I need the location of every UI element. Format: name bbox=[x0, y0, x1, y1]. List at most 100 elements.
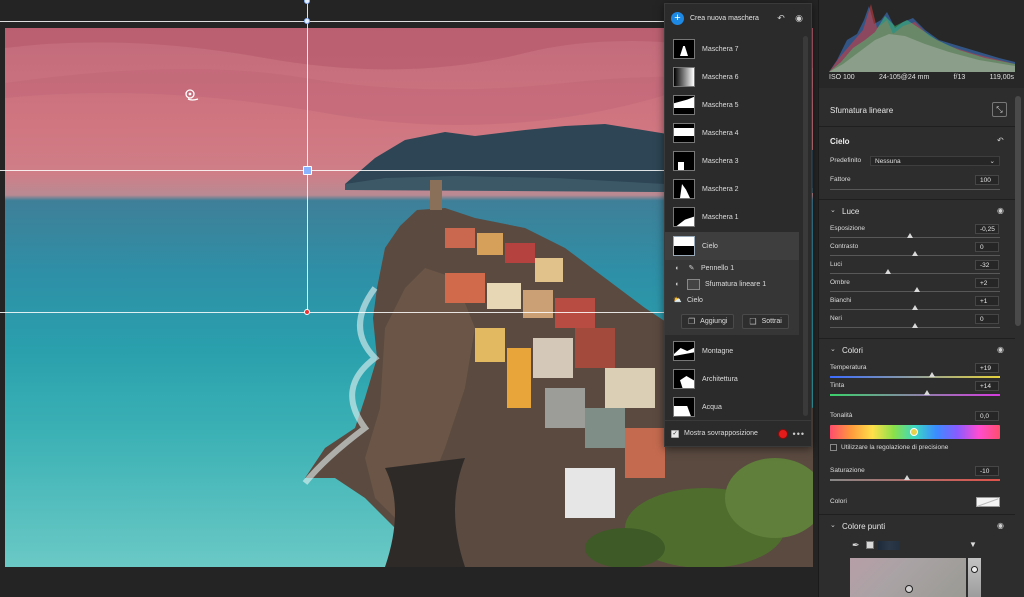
point-color-section-title[interactable]: Colore punti bbox=[842, 522, 885, 531]
color-section-title[interactable]: Colori bbox=[842, 346, 863, 355]
tint-slider-knob[interactable] bbox=[923, 390, 930, 395]
edit-panel: ISO 100 24-105@24 mm f/13 119,00s Sfumat… bbox=[818, 0, 1024, 597]
mask-item-4[interactable]: Maschera 4 bbox=[665, 119, 799, 147]
light-slider-knob[interactable] bbox=[912, 251, 918, 256]
gradient-guide-bottom[interactable] bbox=[0, 312, 664, 313]
undo-icon[interactable]: ↶ bbox=[775, 12, 787, 24]
temperature-slider[interactable] bbox=[830, 376, 1000, 378]
mask-item-5[interactable]: Maschera 5 bbox=[665, 91, 799, 119]
light-slider-label: Esposizione bbox=[830, 225, 866, 232]
add-button[interactable]: ❐ Aggiungi bbox=[681, 314, 735, 329]
tint-label: Tinta bbox=[830, 382, 845, 389]
mask-item-architecture[interactable]: Architettura bbox=[665, 365, 799, 393]
light-slider-knob[interactable] bbox=[906, 233, 913, 238]
light-section-title[interactable]: Luce bbox=[842, 207, 859, 216]
mask-group-active: Cielo ◐ ✎ Pennello 1 ◐ Sfumatura lineare… bbox=[665, 232, 799, 335]
masks-scrollbar[interactable] bbox=[803, 36, 808, 416]
light-slider-value[interactable]: -0,25 bbox=[975, 224, 999, 234]
precision-checkbox-row[interactable]: Utilizzare la regolazione di precisione bbox=[830, 444, 948, 451]
mask-item-mountains[interactable]: Montagne bbox=[665, 337, 799, 365]
mask-item-1[interactable]: Maschera 1 bbox=[665, 203, 799, 231]
point-color-picker-handle[interactable] bbox=[905, 585, 913, 593]
component-sky[interactable]: ⛅ Cielo bbox=[665, 292, 799, 308]
gradient-center-handle[interactable] bbox=[303, 166, 312, 175]
chevron-down-icon[interactable]: ⌄ bbox=[830, 206, 836, 214]
chevron-down-icon[interactable]: ⌄ bbox=[830, 345, 836, 353]
temperature-label: Temperatura bbox=[830, 364, 867, 371]
mask-item-2[interactable]: Maschera 2 bbox=[665, 175, 799, 203]
chevron-down-icon[interactable]: ⌄ bbox=[830, 521, 836, 529]
mask-thumbnail bbox=[673, 236, 695, 256]
light-slider-value[interactable]: +2 bbox=[975, 278, 999, 288]
tool-mode-icon[interactable]: ⤡ bbox=[992, 102, 1007, 117]
amount-slider[interactable] bbox=[830, 189, 1000, 190]
eye-icon[interactable]: ◉ bbox=[997, 345, 1004, 354]
overlay-checkbox[interactable]: ✓ bbox=[671, 429, 679, 438]
hue-slider-knob[interactable] bbox=[910, 428, 918, 436]
gradient-guide-top[interactable] bbox=[0, 21, 664, 22]
overlay-color-swatch[interactable] bbox=[777, 428, 788, 439]
light-slider-knob[interactable] bbox=[913, 287, 920, 292]
gradient-rotation-line[interactable] bbox=[307, 0, 308, 312]
eye-icon[interactable]: ◉ bbox=[997, 521, 1004, 530]
add-icon: ❐ bbox=[688, 317, 696, 326]
create-mask-label[interactable]: Crea nuova maschera bbox=[690, 15, 769, 22]
tint-slider[interactable] bbox=[830, 394, 1000, 396]
amount-label: Fattore bbox=[830, 176, 851, 183]
triangle-down-icon[interactable]: ▼ bbox=[969, 540, 977, 549]
point-color-range-handle[interactable] bbox=[971, 566, 978, 573]
precision-checkbox[interactable] bbox=[830, 444, 837, 451]
more-options-icon[interactable]: ••• bbox=[793, 429, 805, 439]
gradient-handle-top[interactable] bbox=[304, 18, 310, 24]
light-slider-knob[interactable] bbox=[912, 305, 918, 310]
tint-value[interactable]: +14 bbox=[975, 381, 999, 391]
create-mask-plus-icon[interactable]: + bbox=[671, 11, 684, 25]
light-slider-value[interactable]: -32 bbox=[975, 260, 999, 270]
light-slider-value[interactable]: +1 bbox=[975, 296, 999, 306]
saturation-label: Saturazione bbox=[830, 467, 865, 474]
light-slider-label: Ombre bbox=[830, 279, 850, 286]
mask-item-6[interactable]: Maschera 6 bbox=[665, 63, 799, 91]
mask-item-7[interactable]: Maschera 7 bbox=[665, 35, 799, 63]
color-swatch[interactable] bbox=[976, 497, 1000, 507]
eyedropper-icon[interactable]: ✒ bbox=[852, 540, 860, 551]
temperature-slider-knob[interactable] bbox=[929, 372, 935, 377]
light-slider-track[interactable] bbox=[830, 237, 1000, 238]
mask-item-3[interactable]: Maschera 3 bbox=[665, 147, 799, 175]
mask-name-title: Cielo bbox=[830, 137, 850, 146]
hue-value[interactable]: 0,0 bbox=[975, 411, 999, 421]
reset-icon[interactable]: ↶ bbox=[997, 136, 1004, 145]
gradient-handle-bottom[interactable] bbox=[304, 309, 310, 315]
light-slider-knob[interactable] bbox=[912, 323, 918, 328]
eye-icon[interactable]: ◉ bbox=[997, 206, 1004, 215]
component-linear-gradient[interactable]: ◐ Sfumatura lineare 1 bbox=[665, 276, 799, 292]
rotation-handle-top[interactable] bbox=[304, 0, 310, 4]
panel-scrollbar[interactable] bbox=[1015, 96, 1021, 326]
amount-value[interactable]: 100 bbox=[975, 175, 999, 185]
light-slider-value[interactable]: 0 bbox=[975, 242, 999, 252]
histogram[interactable]: ISO 100 24-105@24 mm f/13 119,00s bbox=[819, 0, 1024, 88]
saturation-slider-knob[interactable] bbox=[903, 475, 910, 480]
hue-label: Tonalità bbox=[830, 412, 853, 419]
light-slider-label: Neri bbox=[830, 315, 842, 322]
component-brush[interactable]: ◐ ✎ Pennello 1 bbox=[665, 260, 799, 276]
eye-icon[interactable]: ◉ bbox=[793, 12, 805, 24]
mask-thumbnail bbox=[673, 67, 695, 87]
mask-thumbnail bbox=[673, 207, 695, 227]
gradient-thumbnail bbox=[687, 278, 700, 290]
saturation-value[interactable]: -10 bbox=[975, 466, 999, 476]
saturation-slider[interactable] bbox=[830, 479, 1000, 481]
light-slider-track[interactable] bbox=[830, 273, 1000, 274]
light-slider-knob[interactable] bbox=[884, 269, 891, 274]
point-color-swatch[interactable] bbox=[866, 541, 874, 549]
temperature-value[interactable]: +19 bbox=[975, 363, 999, 373]
brush-pin-icon[interactable] bbox=[184, 88, 200, 102]
preset-dropdown[interactable]: Nessuna ⌄ bbox=[870, 156, 1000, 166]
gradient-guide-center[interactable] bbox=[0, 170, 664, 171]
mask-item-active[interactable]: Cielo bbox=[665, 232, 799, 260]
mask-item-water[interactable]: Acqua bbox=[665, 393, 799, 421]
subtract-button[interactable]: ❑ Sottrai bbox=[742, 314, 789, 329]
point-color-range-slider[interactable] bbox=[968, 558, 981, 597]
light-slider-value[interactable]: 0 bbox=[975, 314, 999, 324]
lens-value: 24-105@24 mm bbox=[879, 74, 930, 81]
